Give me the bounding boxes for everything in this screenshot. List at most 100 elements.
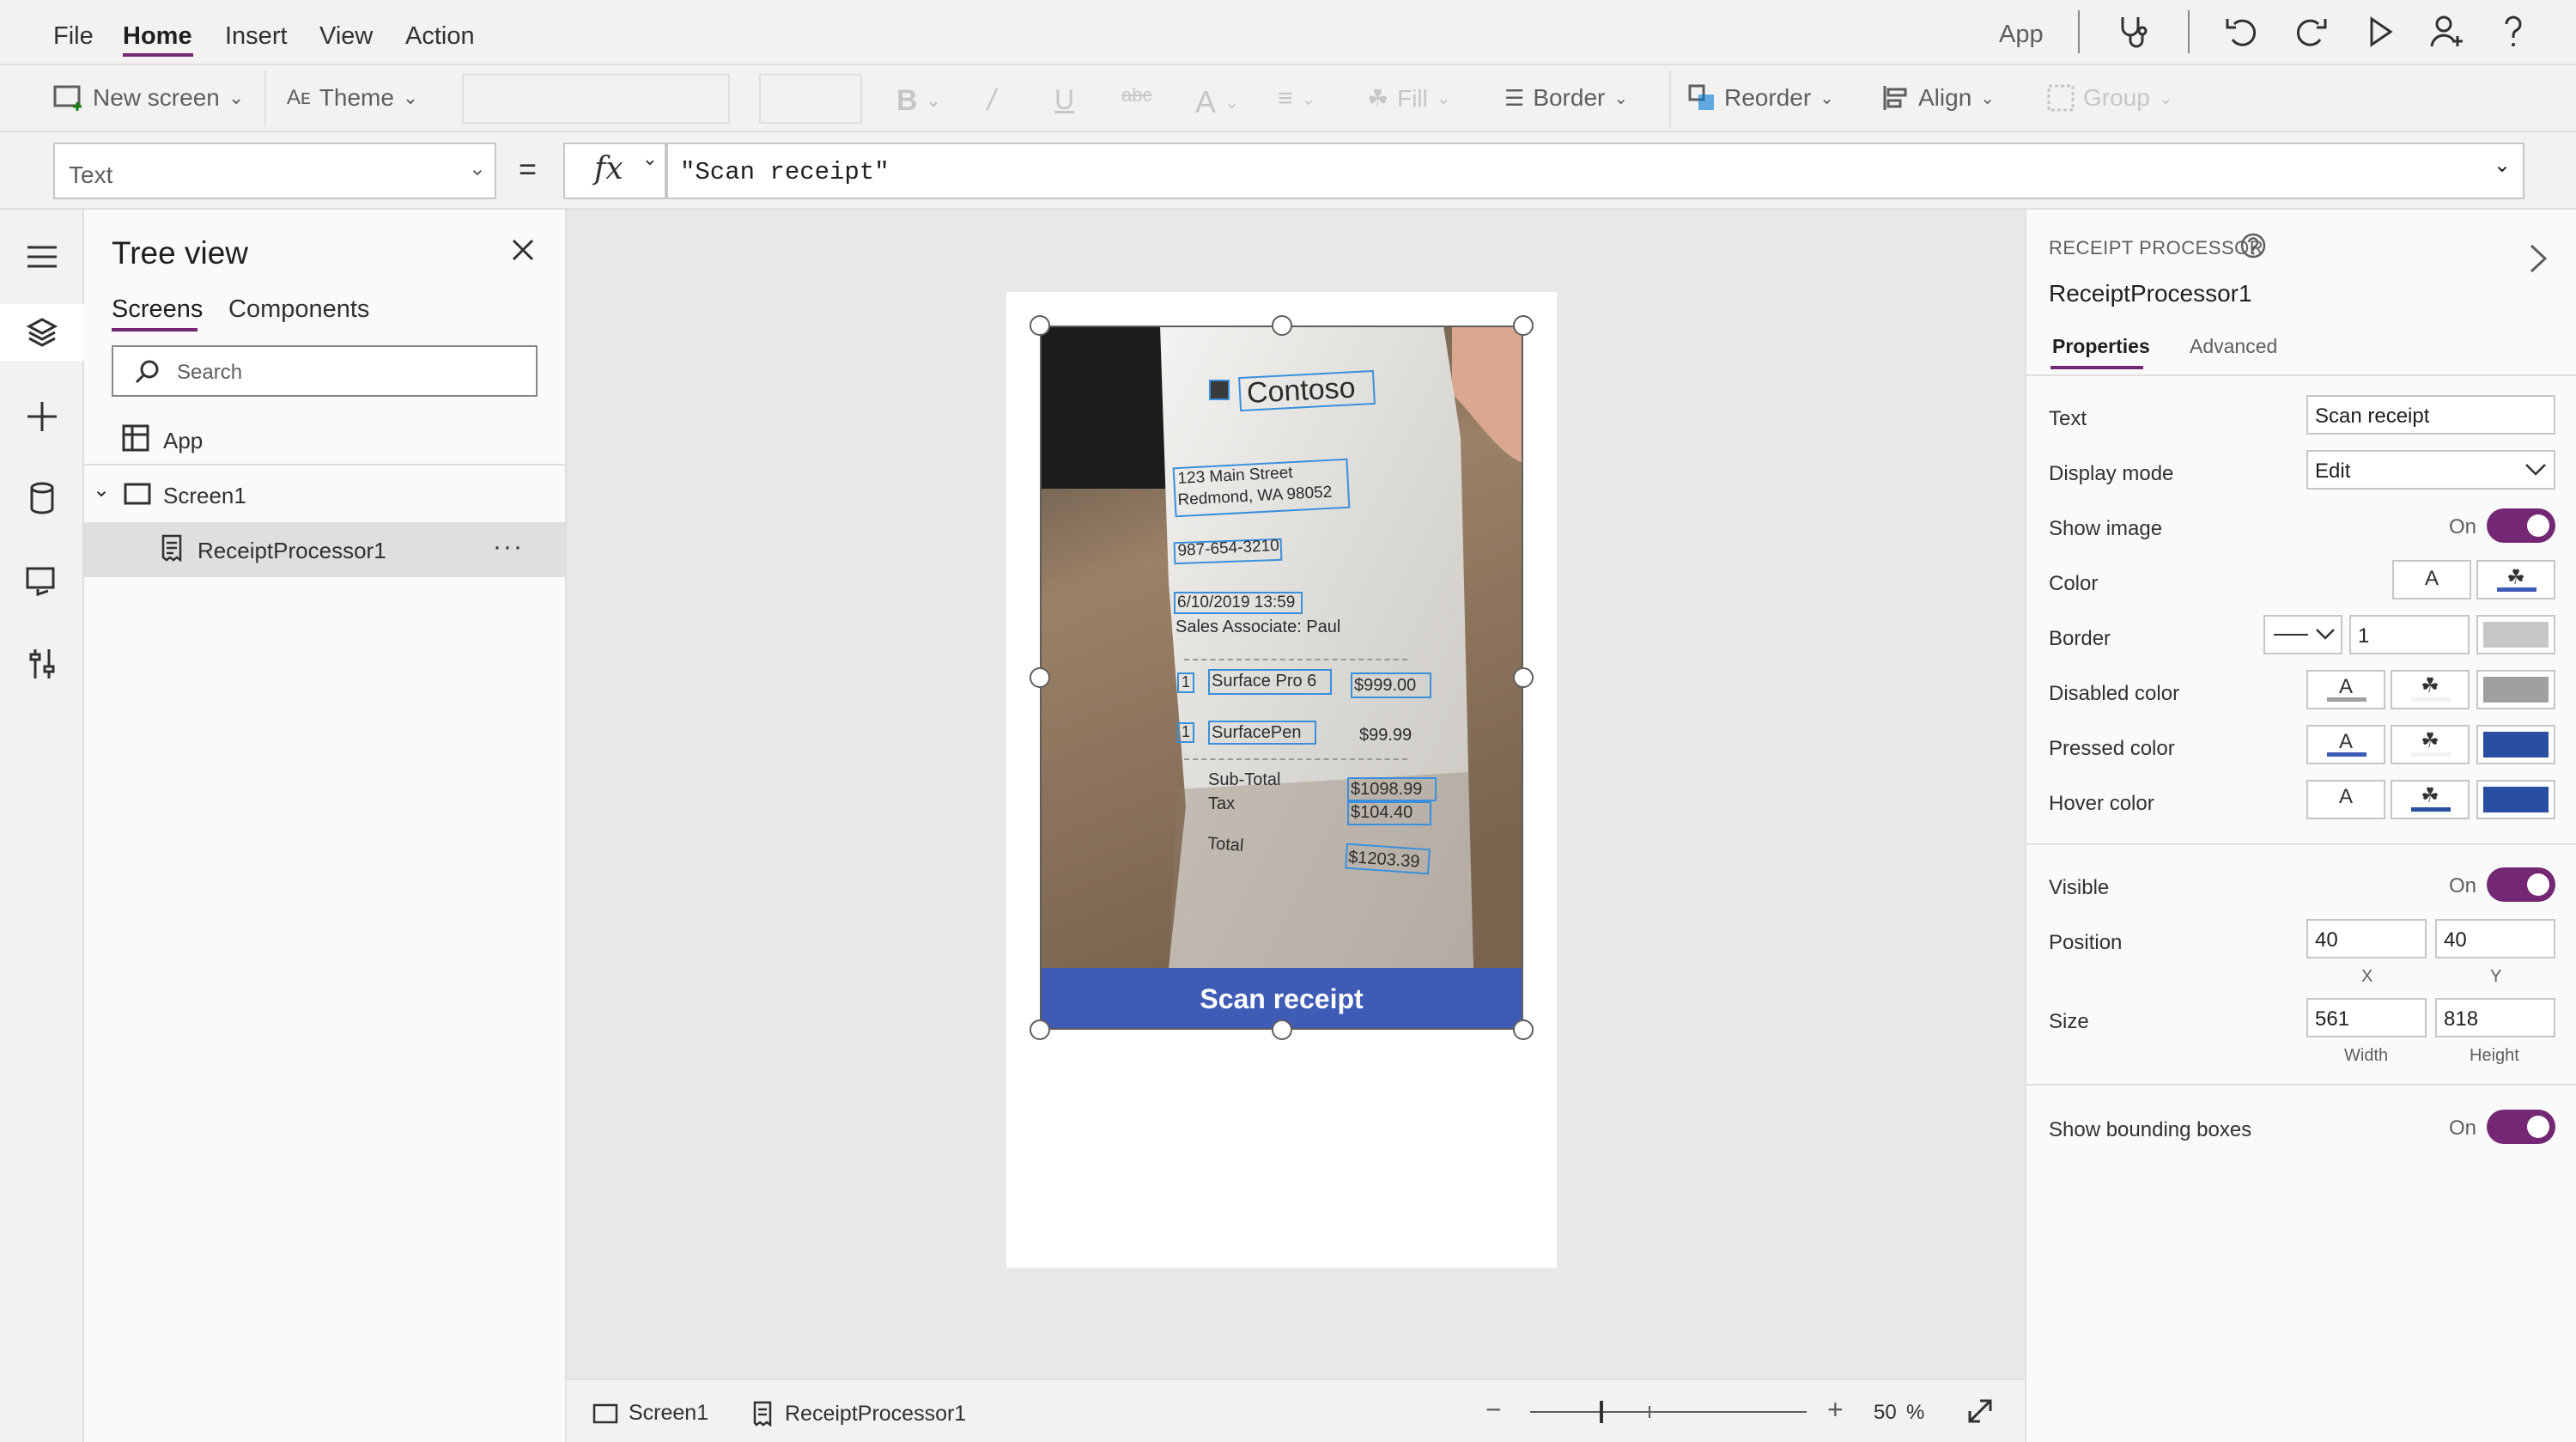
menu-file[interactable]: File: [53, 22, 94, 51]
help-icon[interactable]: [2239, 232, 2267, 259]
resize-handle-br[interactable]: [1513, 1019, 1534, 1040]
help-icon[interactable]: [2494, 12, 2533, 52]
display-mode-dropdown[interactable]: Edit: [2306, 450, 2555, 490]
group-label: Group: [2083, 84, 2150, 111]
theme-button[interactable]: Aᴇ Theme ⌄: [287, 84, 418, 112]
font-family-dropdown[interactable]: [462, 74, 730, 124]
new-screen-label: New screen: [93, 84, 220, 111]
fill-button[interactable]: ☘ Fill ⌄: [1367, 84, 1451, 113]
bold-button[interactable]: B ⌄: [896, 84, 940, 118]
fill-indicator: [2411, 697, 2451, 702]
function-button[interactable]: fx ⌄: [563, 143, 666, 199]
reorder-button[interactable]: Reorder ⌄: [1688, 84, 1834, 112]
border-width-input[interactable]: 1: [2349, 615, 2470, 654]
tab-properties[interactable]: Properties: [2052, 335, 2150, 358]
zoom-in-icon[interactable]: +: [1827, 1394, 1844, 1426]
menu-action[interactable]: Action: [405, 22, 475, 51]
resize-handle-tr[interactable]: [1513, 315, 1534, 336]
tree-item-receiptprocessor1[interactable]: ReceiptProcessor1 ···: [84, 522, 567, 577]
zoom-value[interactable]: 50: [1874, 1401, 1897, 1425]
strikethrough-button[interactable]: abc: [1121, 84, 1151, 106]
advanced-tools-icon[interactable]: [21, 642, 64, 685]
more-options-icon[interactable]: ···: [493, 532, 524, 562]
tree-item-screen1[interactable]: ⌄ Screen1: [84, 467, 567, 522]
tab-components[interactable]: Components: [228, 295, 369, 324]
color-fill-picker[interactable]: ☘: [2476, 560, 2555, 599]
receipt-processor-control[interactable]: Contoso 123 Main Street Redmond, WA 9805…: [1040, 326, 1523, 1030]
close-icon[interactable]: [508, 235, 538, 265]
color-indicator: [2327, 752, 2366, 757]
tree-view-panel: Tree view Screens Components Search App …: [84, 210, 567, 1442]
disabled-text-picker[interactable]: A: [2306, 670, 2385, 709]
font-color-button[interactable]: A ⌄: [1195, 84, 1239, 120]
italic-button[interactable]: /: [987, 84, 995, 118]
underline-button[interactable]: U: [1054, 84, 1074, 116]
height-input[interactable]: 818: [2435, 998, 2555, 1037]
paint-bucket-icon: ☘: [2421, 674, 2439, 697]
status-bar: Screen1 ReceiptProcessor1 − + 50 %: [567, 1378, 2025, 1442]
position-y-input[interactable]: 40: [2435, 919, 2555, 958]
breadcrumb-control[interactable]: ReceiptProcessor1: [750, 1401, 966, 1427]
border-style-dropdown[interactable]: [2263, 615, 2342, 654]
property-dropdown[interactable]: Text ⌄: [53, 143, 496, 199]
hover-border-picker[interactable]: [2476, 780, 2555, 819]
pressed-fill-picker[interactable]: ☘: [2391, 725, 2470, 764]
align-button[interactable]: Align ⌄: [1882, 84, 1995, 112]
stethoscope-icon[interactable]: [2114, 12, 2154, 52]
zoom-out-icon[interactable]: −: [1485, 1394, 1502, 1426]
resize-handle-bl[interactable]: [1030, 1019, 1050, 1040]
width-input[interactable]: 561: [2306, 998, 2427, 1037]
undo-icon[interactable]: [2222, 12, 2262, 52]
redo-icon[interactable]: [2291, 12, 2330, 52]
disabled-fill-picker[interactable]: ☘: [2391, 670, 2470, 709]
zoom-slider-thumb[interactable]: [1600, 1401, 1603, 1423]
menu-home[interactable]: Home: [123, 22, 192, 51]
resize-handle-tc[interactable]: [1272, 315, 1292, 336]
hover-text-picker[interactable]: A: [2306, 780, 2385, 819]
menu-insert[interactable]: Insert: [225, 22, 288, 51]
show-image-toggle[interactable]: [2487, 508, 2555, 543]
breadcrumb-screen[interactable]: Screen1: [592, 1401, 708, 1426]
resize-handle-bc[interactable]: [1272, 1019, 1292, 1040]
pressed-border-picker[interactable]: [2476, 725, 2555, 764]
disabled-border-picker[interactable]: [2476, 670, 2555, 709]
share-user-icon[interactable]: [2427, 12, 2466, 52]
preview-play-icon[interactable]: [2360, 12, 2399, 52]
hover-fill-picker[interactable]: ☘: [2391, 780, 2470, 819]
new-screen-button[interactable]: New screen ⌄: [53, 84, 244, 112]
color-text-picker[interactable]: A: [2392, 560, 2471, 599]
font-size-dropdown[interactable]: [759, 74, 862, 124]
fit-to-window-icon[interactable]: [1965, 1396, 1996, 1427]
tree-view-layers-icon[interactable]: [21, 311, 64, 354]
text-align-button[interactable]: ≡ ⌄: [1278, 84, 1315, 113]
group-icon: [2047, 84, 2075, 112]
tab-advanced[interactable]: Advanced: [2190, 335, 2277, 358]
zoom-slider-track[interactable]: [1530, 1411, 1807, 1413]
media-icon[interactable]: [21, 560, 64, 603]
resize-handle-mr[interactable]: [1513, 667, 1534, 688]
menu-view[interactable]: View: [319, 22, 373, 51]
show-bounding-boxes-toggle[interactable]: [2487, 1110, 2555, 1144]
border-button[interactable]: ☰ Border ⌄: [1504, 84, 1628, 112]
text-input[interactable]: Scan receipt: [2306, 395, 2555, 435]
position-x-input[interactable]: 40: [2306, 919, 2427, 958]
visible-toggle[interactable]: [2487, 867, 2555, 902]
app-checker-label[interactable]: App: [1999, 21, 2044, 49]
pane-divider: [2026, 374, 2576, 376]
tab-screens[interactable]: Screens: [112, 295, 203, 324]
pressed-text-picker[interactable]: A: [2306, 725, 2385, 764]
border-color-picker[interactable]: [2476, 615, 2555, 654]
control-name[interactable]: ReceiptProcessor1: [2049, 280, 2252, 307]
tree-search-input[interactable]: Search: [112, 345, 538, 397]
hamburger-menu-icon[interactable]: [21, 235, 64, 278]
resize-handle-ml[interactable]: [1030, 667, 1050, 688]
resize-handle-tl[interactable]: [1030, 315, 1050, 336]
data-sources-icon[interactable]: [21, 478, 64, 520]
tree-item-app[interactable]: App: [84, 412, 567, 467]
group-button[interactable]: Group ⌄: [2047, 84, 2173, 112]
formula-input[interactable]: "Scan receipt" ⌄: [666, 143, 2524, 199]
insert-plus-icon[interactable]: [21, 395, 64, 438]
search-icon: [135, 360, 159, 384]
screen-icon: [124, 483, 151, 505]
chevron-right-icon[interactable]: [2526, 242, 2550, 275]
